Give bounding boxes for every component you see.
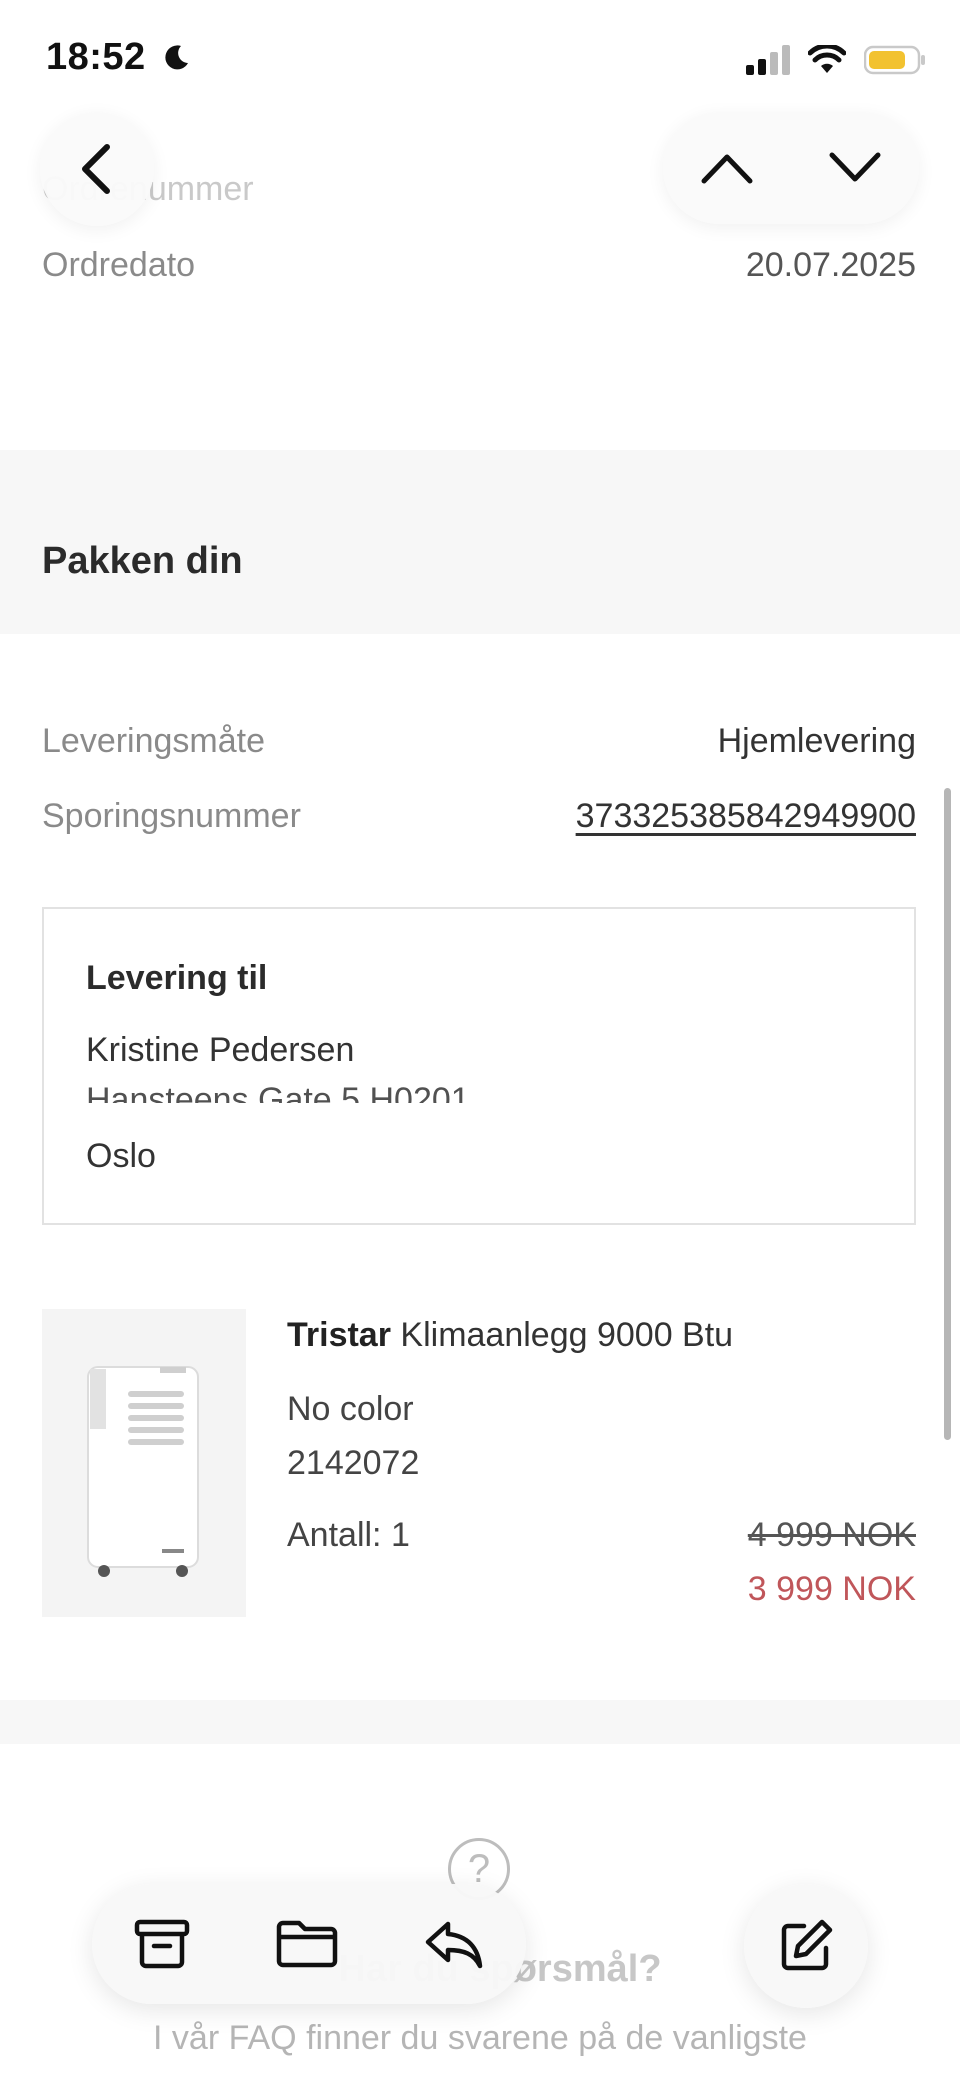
signal-icon [746, 45, 790, 75]
package-title: Pakken din [42, 540, 243, 582]
status-icons [746, 40, 926, 80]
wifi-icon [808, 45, 846, 73]
delivery-method-label: Leveringsmåte [42, 722, 266, 760]
chevron-left-icon [82, 144, 110, 194]
product-brand: Tristar [287, 1316, 391, 1354]
chevron-down-icon[interactable] [828, 151, 882, 185]
moon-icon [165, 45, 188, 70]
archive-icon[interactable] [134, 1918, 190, 1970]
city: Oslo [86, 1137, 156, 1175]
delivery-title: Levering til [86, 959, 268, 997]
tracking-label: Sporingsnummer [42, 797, 301, 835]
product-sku: 2142072 [287, 1444, 420, 1482]
recipient-name: Kristine Pedersen [86, 1031, 355, 1069]
product-name: Klimaanlegg 9000 Btu [400, 1316, 734, 1354]
original-price: 4 999 NOK [747, 1516, 916, 1554]
order-date-label: Ordredato [42, 246, 196, 284]
chevron-up-icon[interactable] [700, 151, 754, 185]
order-date-value: 20.07.2025 [745, 246, 916, 284]
product-image[interactable] [42, 1309, 246, 1617]
compose-button[interactable] [744, 1884, 868, 2008]
compose-icon [781, 1919, 833, 1971]
back-button[interactable] [40, 112, 154, 226]
battery-icon [864, 45, 925, 75]
air-conditioner-image [87, 1366, 199, 1577]
product-color: No color [287, 1390, 414, 1428]
status-time: 18:52 [46, 36, 191, 79]
section-divider [0, 1700, 960, 1744]
sale-price: 3 999 NOK [747, 1570, 916, 1608]
reply-icon[interactable] [424, 1918, 484, 1970]
product-quantity: Antall: 1 [287, 1516, 410, 1554]
delivery-address-card: Levering til Kristine Pedersen Hansteens… [42, 907, 916, 1225]
message-navigation [663, 112, 919, 224]
product-title[interactable]: Tristar Klimaanlegg 9000 Btu [287, 1316, 733, 1355]
scrollbar[interactable] [944, 788, 951, 1440]
folder-icon[interactable] [275, 1919, 339, 1969]
tracking-number-link[interactable]: 373325385842949900 [576, 797, 916, 836]
mail-toolbar [92, 1884, 526, 2004]
street-address: Hansteens Gate 5 H0201 [86, 1081, 470, 1103]
faq-text: I vår FAQ finner du svarene på de vanlig… [153, 2019, 807, 2057]
delivery-method-value: Hjemlevering [717, 722, 916, 760]
